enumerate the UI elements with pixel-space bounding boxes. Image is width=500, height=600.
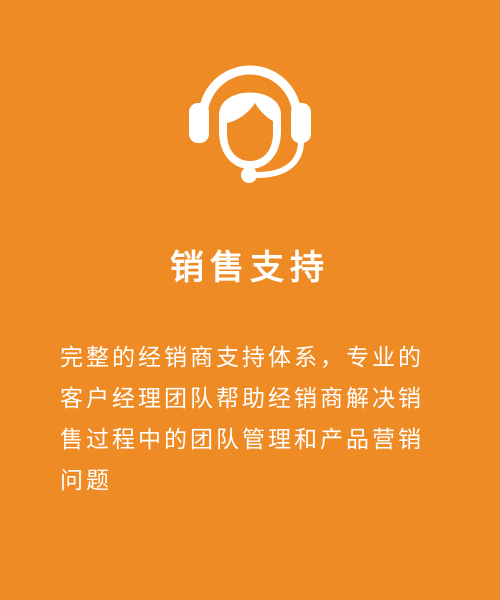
card-description: 完整的经销商支持体系，专业的客户经理团队帮助经销商解决销售过程中的团队管理和产品…	[60, 345, 424, 494]
customer-service-headset-icon	[185, 55, 315, 185]
card-title: 销售支持	[170, 248, 330, 288]
sales-support-card: 销售支持 完整的经销商支持体系，专业的客户经理团队帮助经销商解决销售过程中的团队…	[0, 0, 500, 600]
